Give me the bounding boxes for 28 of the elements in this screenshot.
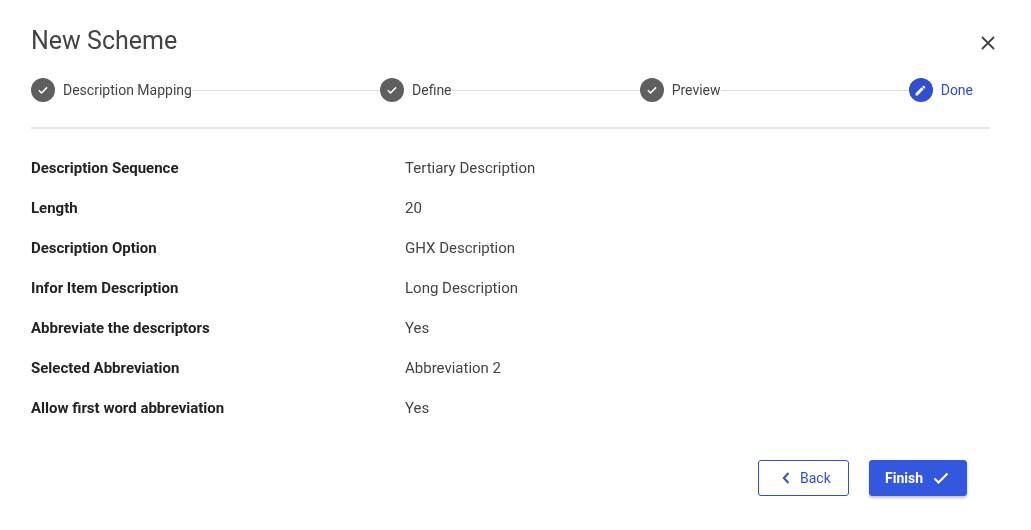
close-icon[interactable] — [980, 35, 996, 51]
field-label: Infor Item Description — [31, 279, 180, 297]
step-label[interactable]: Preview — [671, 82, 721, 98]
finish-button[interactable]: Finish — [869, 460, 967, 496]
field-value: 20 — [405, 199, 422, 217]
check-icon — [639, 78, 664, 102]
field-value: Yes — [405, 319, 430, 337]
field-label: Selected Abbreviation — [31, 359, 181, 377]
field-label: Description Option — [31, 239, 158, 257]
field-value: Tertiary Description — [405, 159, 536, 177]
field-value: Abbreviation 2 — [405, 359, 502, 377]
dialog-title: New Scheme — [31, 25, 178, 55]
step-label[interactable]: Done — [940, 82, 973, 98]
check-icon — [380, 78, 404, 102]
field-label: Abbreviate the descriptors — [31, 319, 211, 337]
pencil-icon — [908, 78, 933, 102]
step-label[interactable]: Description Mapping — [63, 82, 192, 98]
field-label: Description Sequence — [31, 159, 180, 177]
field-label: Length — [31, 199, 79, 217]
field-value: Yes — [405, 399, 430, 417]
check-icon — [933, 472, 949, 484]
back-button[interactable]: Back — [758, 460, 849, 496]
field-value: Long Description — [405, 279, 518, 297]
chevron-left-icon — [782, 472, 790, 484]
field-value: GHX Description — [405, 239, 516, 257]
step-label[interactable]: Define — [412, 82, 452, 98]
check-icon — [31, 78, 55, 102]
field-label: Allow first word abbreviation — [31, 399, 226, 417]
